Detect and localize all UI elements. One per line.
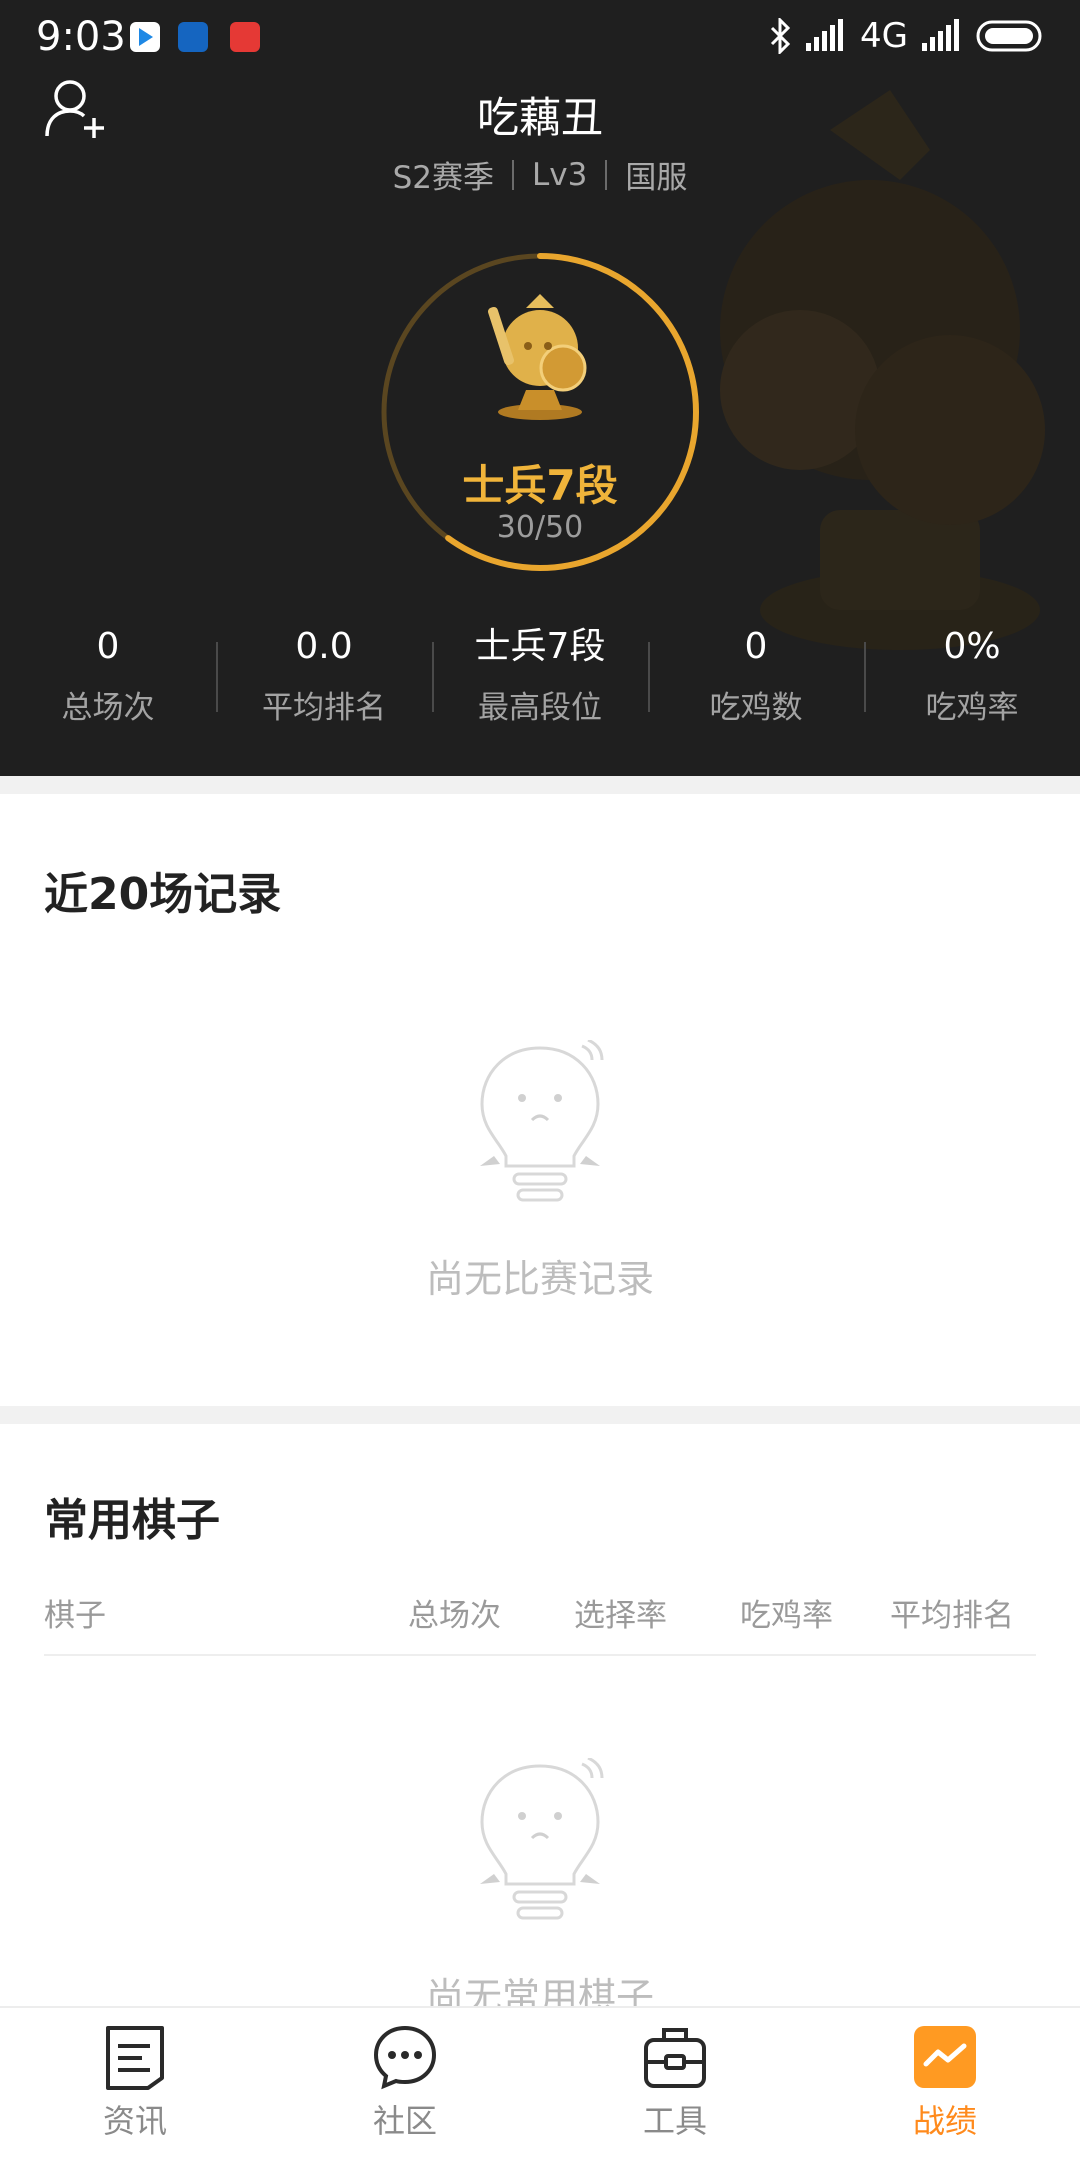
server-label: 国服: [625, 160, 688, 196]
signal-hd-icon: [806, 19, 844, 51]
pieces-table-header: 棋子 总场次 选择率 吃鸡率 平均排名: [44, 1586, 1036, 1656]
notification-app-icon: [230, 22, 260, 52]
nav-label: 资讯: [102, 2102, 167, 2140]
nav-item-tools[interactable]: 工具: [540, 2008, 810, 2160]
recent-records-title: 近20场记录: [44, 869, 282, 920]
section-divider: [0, 776, 1080, 794]
stat-value: 士兵7段: [474, 626, 606, 667]
stats-chart-icon: [914, 2026, 976, 2088]
sad-lightbulb-icon: [480, 1758, 604, 1920]
news-icon: [106, 2026, 164, 2090]
column-header-pick-rate: 选择率: [574, 1598, 667, 1634]
stat-wins: 0 吃鸡数: [648, 620, 864, 740]
autohome-app-icon: [178, 22, 208, 52]
recent-records-empty-text: 尚无比赛记录: [425, 1257, 654, 1301]
status-bar: 9:03 4G: [0, 0, 1080, 76]
nav-label: 战绩: [912, 2102, 977, 2140]
bottom-nav: 资讯 社区 工具 战绩: [0, 2006, 1080, 2160]
stat-label: 吃鸡率: [925, 690, 1019, 726]
nav-label: 工具: [642, 2102, 707, 2140]
profile-header: 9:03 4G 吃藕丑 S2赛季 Lv3 国服 士兵7段 30/50 0 总场次…: [0, 0, 1080, 776]
player-nickname: 吃藕丑: [476, 93, 603, 142]
stat-average-rank: 0.0 平均排名: [216, 620, 432, 740]
level-label: Lv3: [532, 156, 588, 193]
stat-label: 吃鸡数: [709, 690, 803, 726]
recent-records-empty: 尚无比赛记录: [0, 1040, 1080, 1303]
common-pieces-title: 常用棋子: [44, 1495, 220, 1546]
nav-item-community[interactable]: 社区: [270, 2008, 540, 2160]
common-pieces-empty: 尚无常用棋子: [0, 1758, 1080, 2021]
status-right-icons: 4G: [768, 16, 1044, 56]
stat-label: 总场次: [61, 690, 155, 726]
rank-progress-text: 30/50: [496, 510, 584, 545]
meta-separator: [605, 159, 608, 190]
section-divider: [0, 1406, 1080, 1424]
rank-emblem-icon: [488, 294, 587, 420]
nav-item-news[interactable]: 资讯: [0, 2008, 270, 2160]
stat-win-rate: 0% 吃鸡率: [864, 620, 1080, 740]
column-header-average-rank: 平均排名: [890, 1598, 1014, 1634]
nav-item-records[interactable]: 战绩: [810, 2008, 1080, 2160]
stat-value: 0: [744, 626, 768, 667]
status-time: 9:03: [36, 14, 126, 60]
chat-bubble-icon: [373, 2025, 437, 2090]
column-header-total-games: 总场次: [408, 1598, 501, 1634]
meta-separator: [512, 159, 515, 190]
sad-lightbulb-icon: [480, 1040, 604, 1202]
signal-icon: [922, 19, 959, 51]
stat-label: 平均排名: [262, 690, 386, 726]
network-type: 4G: [860, 16, 908, 56]
bluetooth-icon: [770, 18, 791, 54]
youku-app-icon: [130, 22, 160, 52]
stat-value: 0.0: [295, 626, 353, 667]
toolbox-icon: [644, 2028, 706, 2088]
stat-label: 最高段位: [478, 690, 602, 726]
stat-total-games: 0 总场次: [0, 620, 216, 740]
battery-icon: [976, 20, 1042, 52]
stat-value: 0: [96, 626, 120, 667]
column-header-win-rate: 吃鸡率: [740, 1598, 833, 1634]
player-meta: S2赛季 Lv3 国服: [0, 152, 1080, 197]
nav-label: 社区: [372, 2102, 437, 2140]
stats-row: 0 总场次 0.0 平均排名 士兵7段 最高段位 0 吃鸡数 0% 吃鸡率: [0, 620, 1080, 740]
column-header-piece: 棋子: [44, 1598, 106, 1634]
rank-name: 士兵7段: [462, 461, 618, 510]
stat-value: 0%: [943, 626, 1001, 667]
season-label: S2赛季: [392, 160, 495, 196]
stat-highest-rank: 士兵7段 最高段位: [432, 620, 648, 740]
